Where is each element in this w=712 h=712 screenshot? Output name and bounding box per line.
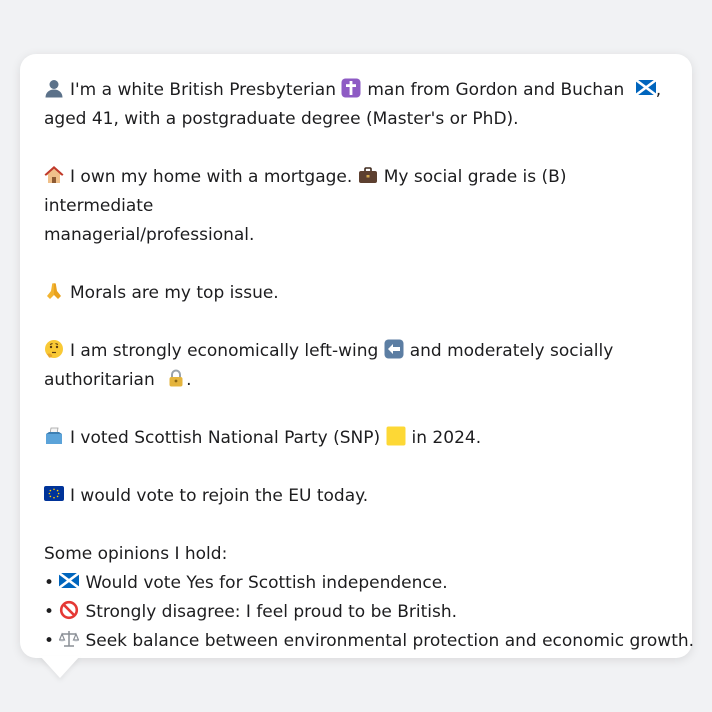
eu-flag-icon bbox=[44, 484, 64, 504]
opinion-item: • Strongly disagree: I feel proud to be … bbox=[44, 598, 668, 627]
politics-text-2: and moderately socially bbox=[409, 341, 614, 361]
opinions-header: Some opinions I hold: bbox=[44, 544, 228, 564]
home-text-3: managerial/professional. bbox=[44, 225, 255, 245]
balance-scale-icon bbox=[59, 629, 80, 649]
speech-bubble-tail bbox=[40, 656, 80, 678]
home-text-1: I own my home with a mortgage. bbox=[70, 167, 353, 187]
prohibited-icon bbox=[59, 600, 79, 620]
politics-text-3: authoritarian bbox=[44, 370, 155, 390]
eu-text: I would vote to rejoin the EU today. bbox=[70, 486, 369, 506]
opinion-text: Would vote Yes for Scottish independence… bbox=[85, 573, 448, 593]
issue-text: Morals are my top issue. bbox=[70, 283, 279, 303]
briefcase-icon bbox=[358, 165, 378, 185]
opinion-text: Seek balance between environmental prote… bbox=[85, 631, 695, 651]
vote-text-2: in 2024. bbox=[411, 428, 482, 448]
bullet: • bbox=[44, 602, 55, 622]
bullet: • bbox=[44, 573, 55, 593]
persona-card: I'm a white British Presbyterian man fro… bbox=[20, 54, 694, 658]
person-silhouette-icon bbox=[44, 78, 64, 98]
home-paragraph: I own my home with a mortgage. My social… bbox=[44, 163, 668, 250]
opinion-item: • Seek balance between environmental pro… bbox=[44, 627, 694, 656]
eu-paragraph: I would vote to rejoin the EU today. bbox=[44, 482, 668, 511]
scotland-flag-icon bbox=[635, 78, 656, 98]
intro-text-1: I'm a white British Presbyterian bbox=[70, 80, 336, 100]
politics-text-4: . bbox=[186, 370, 192, 390]
opinion-item: • Would vote Yes for Scottish independen… bbox=[44, 569, 668, 598]
scotland-flag-icon bbox=[59, 571, 80, 591]
latin-cross-icon bbox=[341, 78, 361, 98]
intro-text-4: aged 41, with a postgraduate degree (Mas… bbox=[44, 109, 519, 129]
ballot-box-icon bbox=[44, 426, 64, 446]
lock-icon bbox=[166, 368, 186, 388]
opinion-text: Strongly disagree: I feel proud to be Br… bbox=[85, 602, 458, 622]
intro-text-3: , bbox=[655, 80, 662, 100]
intro-paragraph: I'm a white British Presbyterian man fro… bbox=[44, 76, 668, 134]
politics-text-1: I am strongly economically left-wing bbox=[70, 341, 379, 361]
yellow-square-icon bbox=[386, 426, 406, 446]
folded-hands-icon bbox=[44, 281, 64, 301]
politics-paragraph: I am strongly economically left-wing and… bbox=[44, 337, 668, 395]
intro-text-2: man from Gordon and Buchan bbox=[367, 80, 625, 100]
left-arrow-icon bbox=[384, 339, 404, 359]
issue-paragraph: Morals are my top issue. bbox=[44, 279, 668, 308]
vote-text-1: I voted Scottish National Party (SNP) bbox=[70, 428, 381, 448]
house-icon bbox=[44, 165, 64, 185]
bullet: • bbox=[44, 631, 55, 651]
vote-paragraph: I voted Scottish National Party (SNP) in… bbox=[44, 424, 668, 453]
thinking-face-icon bbox=[44, 339, 64, 359]
